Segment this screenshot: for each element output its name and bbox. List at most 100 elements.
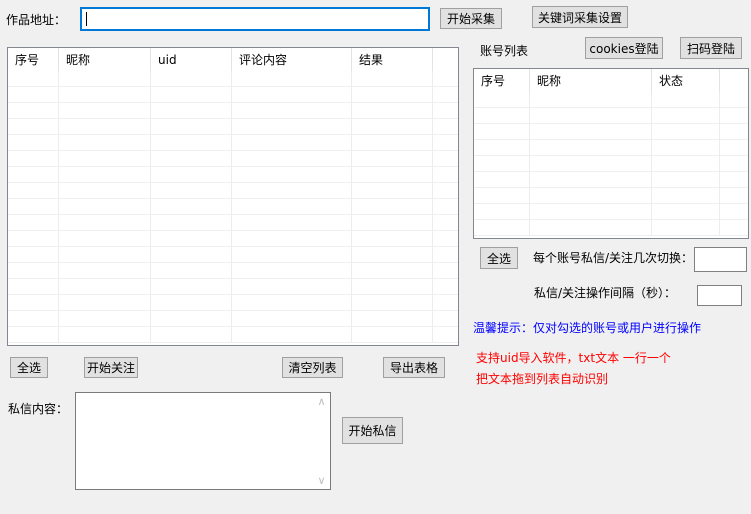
comment-list[interactable]: 序号昵称uid评论内容结果 [7,47,459,346]
start-dm-button[interactable]: 开始私信 [342,417,403,444]
work-url-input[interactable] [80,7,430,31]
table-cell [8,199,59,214]
interval-label: 私信/关注操作间隔（秒）： [534,286,676,301]
table-cell [151,327,232,342]
table-cell [720,92,748,107]
table-row[interactable] [8,215,458,231]
column-header[interactable]: 昵称 [59,48,151,71]
qr-login-button[interactable]: 扫码登陆 [680,37,742,59]
scroll-up-icon[interactable]: ∧ [317,396,325,407]
table-cell [151,215,232,230]
column-header[interactable]: 序号 [8,48,59,71]
table-cell [433,183,458,198]
table-cell [720,140,748,155]
table-row[interactable] [474,92,748,108]
table-row[interactable] [8,183,458,199]
table-cell [8,215,59,230]
cookies-login-button[interactable]: cookies登陆 [585,37,663,59]
table-row[interactable] [474,108,748,124]
table-row[interactable] [474,220,748,236]
table-body [8,71,458,345]
table-row[interactable] [8,247,458,263]
interval-input[interactable] [697,285,742,306]
table-cell [8,183,59,198]
table-cell [474,92,530,107]
table-cell [530,92,652,107]
table-cell [352,71,433,86]
table-cell [232,71,352,86]
table-cell [352,103,433,118]
table-cell [474,204,530,219]
table-cell [151,167,232,182]
table-row[interactable] [474,188,748,204]
tip-red-text-line1: 支持uid导入软件，txt文本 一行一个 [476,351,671,366]
table-row[interactable] [474,204,748,220]
table-row[interactable] [8,151,458,167]
column-header[interactable] [433,48,458,71]
table-cell [59,247,151,262]
switch-count-input[interactable] [694,247,747,272]
account-list-title: 账号列表 [480,44,528,59]
work-url-label: 作品地址： [6,13,66,28]
start-collect-button[interactable]: 开始采集 [440,8,502,29]
table-row[interactable] [8,103,458,119]
switch-count-label: 每个账号私信/关注几次切换： [533,251,693,266]
column-header[interactable]: uid [151,48,232,71]
account-select-all-button[interactable]: 全选 [480,247,518,269]
table-cell [151,183,232,198]
table-cell [433,327,458,342]
column-header[interactable]: 昵称 [530,69,652,92]
table-cell [433,87,458,102]
table-row[interactable] [474,156,748,172]
clear-list-button[interactable]: 清空列表 [282,357,343,378]
column-header[interactable]: 结果 [352,48,433,71]
scroll-down-icon[interactable]: ∨ [317,475,325,486]
table-cell [151,103,232,118]
start-follow-button[interactable]: 开始关注 [84,357,138,378]
column-header[interactable] [720,69,748,92]
table-cell [59,71,151,86]
export-table-button[interactable]: 导出表格 [383,357,445,378]
table-cell [8,103,59,118]
table-cell [433,119,458,134]
table-cell [530,124,652,139]
table-row[interactable] [8,231,458,247]
table-row[interactable] [474,172,748,188]
table-cell [652,220,720,235]
table-row[interactable] [8,199,458,215]
table-row[interactable] [8,167,458,183]
account-list[interactable]: 序号昵称状态 [473,68,749,239]
table-cell [8,119,59,134]
column-header[interactable]: 评论内容 [232,48,352,71]
table-row[interactable] [8,295,458,311]
table-row[interactable] [8,311,458,327]
table-cell [433,231,458,246]
table-row[interactable] [8,71,458,87]
comment-select-all-button[interactable]: 全选 [10,357,48,378]
dm-content-textarea[interactable]: ∧ ∨ [75,392,331,490]
table-row[interactable] [8,119,458,135]
table-row[interactable] [474,140,748,156]
keyword-collect-settings-button[interactable]: 关键词采集设置 [532,6,628,28]
table-cell [59,167,151,182]
table-cell [232,151,352,166]
column-header[interactable]: 状态 [652,69,720,92]
table-cell [232,167,352,182]
table-cell [352,167,433,182]
table-row[interactable] [8,87,458,103]
table-row[interactable] [8,135,458,151]
column-header[interactable]: 序号 [474,69,530,92]
table-row[interactable] [8,263,458,279]
table-cell [652,140,720,155]
table-row[interactable] [8,279,458,295]
table-cell [8,247,59,262]
dm-textarea-scrollbar[interactable]: ∧ ∨ [313,393,330,489]
table-cell [59,135,151,150]
table-cell [433,199,458,214]
table-row[interactable] [474,124,748,140]
table-cell [474,220,530,235]
table-row[interactable] [8,327,458,343]
table-cell [59,87,151,102]
table-cell [530,140,652,155]
table-cell [433,103,458,118]
